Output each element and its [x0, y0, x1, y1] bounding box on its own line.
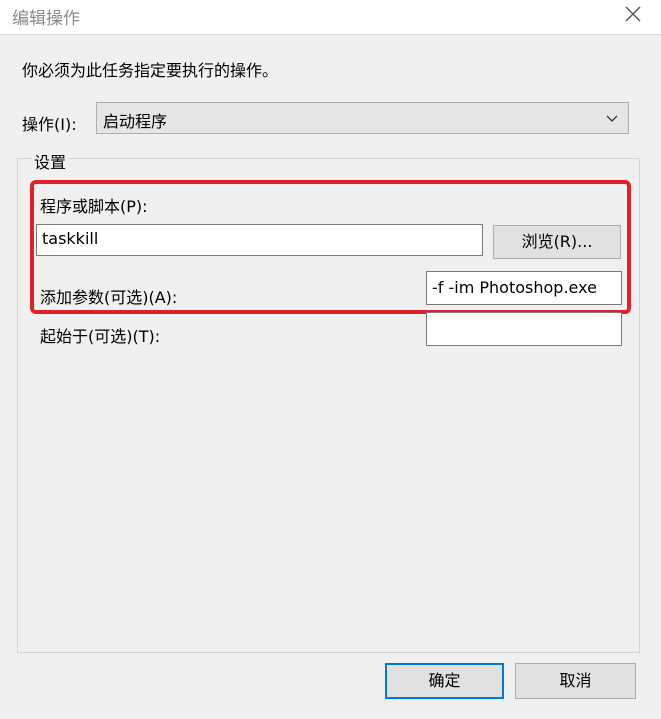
instruction-text: 你必须为此任务指定要执行的操作。: [22, 61, 279, 80]
arguments-input[interactable]: -f -im Photoshop.exe: [426, 271, 622, 305]
program-input[interactable]: taskkill: [36, 224, 483, 256]
cancel-button[interactable]: 取消: [515, 663, 636, 699]
program-label: 程序或脚本(P):: [40, 197, 148, 216]
operation-label: 操作(I):: [22, 115, 77, 134]
browse-button[interactable]: 浏览(R)...: [493, 225, 621, 259]
window-title: 编辑操作: [12, 9, 80, 29]
start-in-input[interactable]: [426, 312, 622, 346]
close-icon[interactable]: [621, 2, 645, 26]
settings-group-label: 设置: [32, 149, 69, 173]
ok-button[interactable]: 确定: [385, 663, 504, 699]
arguments-label: 添加参数(可选)(A):: [40, 288, 178, 307]
operation-dropdown[interactable]: 启动程序: [96, 102, 629, 134]
title-bar: 编辑操作: [0, 0, 661, 34]
edit-action-dialog: 编辑操作 你必须为此任务指定要执行的操作。 操作(I): 启动程序 设置 程序或…: [0, 0, 661, 719]
dialog-body: 你必须为此任务指定要执行的操作。 操作(I): 启动程序 设置 程序或脚本(P)…: [0, 34, 661, 719]
start-in-label: 起始于(可选)(T):: [40, 327, 161, 346]
operation-selected-value: 启动程序: [103, 112, 168, 131]
chevron-down-icon: [605, 111, 619, 125]
